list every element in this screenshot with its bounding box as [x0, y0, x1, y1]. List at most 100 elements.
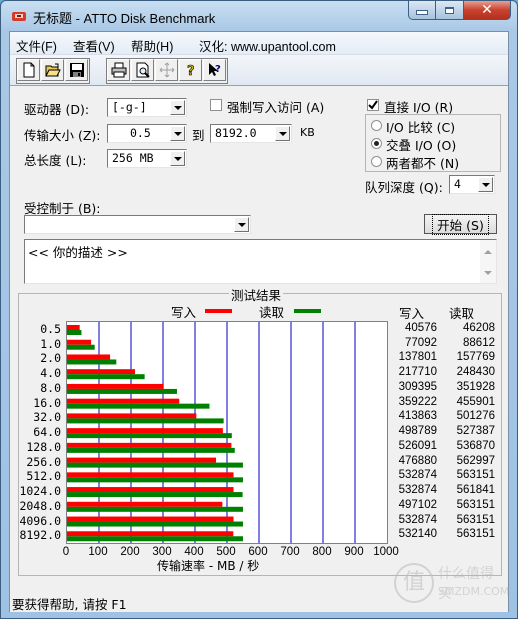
write-bar	[67, 501, 223, 507]
menu-bar: 文件(F) 查看(V) 帮助(H) 汉化: www.upantool.com	[10, 32, 508, 55]
write-bar	[67, 531, 234, 537]
write-value: 413863	[398, 410, 437, 423]
write-value: 532140	[398, 528, 437, 541]
y-tick-label: 2.0	[40, 351, 61, 366]
toolbar: ? ?	[10, 55, 508, 86]
write-value: 532874	[398, 513, 437, 526]
move-icon	[159, 62, 174, 78]
transfer-from-value: 0.5	[130, 126, 151, 140]
write-bar	[67, 354, 111, 360]
y-tick-label: 16.0	[33, 395, 61, 410]
direct-io-checkbox[interactable]	[367, 99, 379, 111]
y-tick-label: 512.0	[26, 469, 61, 484]
read-bar	[67, 536, 243, 542]
y-tick-label: 8192.0	[19, 528, 61, 543]
read-value: 46208	[463, 322, 495, 334]
drive-value: [-g-]	[112, 100, 147, 114]
read-value: 536870	[456, 439, 495, 452]
io-compare-radio[interactable]	[371, 120, 382, 131]
read-bar	[67, 447, 235, 453]
write-bar	[67, 487, 234, 493]
chart-plot-area	[66, 321, 388, 544]
print-button[interactable]	[107, 59, 130, 81]
y-tick-label: 1.0	[40, 336, 61, 351]
drive-select[interactable]: [-g-]	[107, 98, 187, 117]
watermark-logo-icon: 值	[394, 563, 434, 603]
help-icon: ?	[186, 64, 194, 78]
svg-text:?: ?	[215, 64, 221, 75]
write-bar	[67, 428, 223, 434]
read-legend-label: 读取	[259, 305, 285, 320]
close-button[interactable]: ✕	[464, 1, 511, 20]
print-icon	[111, 62, 126, 78]
transfer-from-select[interactable]: 0.5	[107, 124, 187, 143]
read-value: 563151	[456, 469, 495, 482]
write-value: 532874	[398, 484, 437, 497]
chevron-down-icon[interactable]	[170, 100, 185, 115]
chevron-down-icon[interactable]	[275, 126, 290, 141]
start-button[interactable]: 开始 (S)	[424, 213, 497, 235]
watermark-line2: SMZDM.COM	[438, 585, 510, 598]
x-axis-label: 传输速率 - MB / 秒	[157, 559, 260, 573]
write-bar	[67, 516, 234, 522]
app-window: 无标题 - ATTO Disk Benchmark ✕ 文件(F) 查看(V) …	[0, 0, 518, 619]
chevron-down-icon[interactable]	[478, 177, 493, 192]
chevron-down-icon[interactable]	[170, 126, 185, 141]
transfer-to-select[interactable]: 8192.0	[210, 124, 292, 143]
context-help-button[interactable]: ?	[203, 59, 226, 81]
y-tick-label: 4.0	[40, 366, 61, 381]
help-button[interactable]: ?	[179, 59, 202, 81]
queue-depth-value: 4	[454, 177, 461, 191]
print-preview-button[interactable]	[131, 59, 154, 81]
new-button[interactable]	[17, 59, 40, 81]
watermark: 值 什么值得买 SMZDM.COM	[394, 561, 509, 605]
description-textarea[interactable]: << 你的描述 >>	[24, 239, 497, 284]
write-bar	[67, 325, 80, 330]
chevron-down-icon[interactable]	[234, 217, 249, 232]
chevron-down-icon[interactable]	[170, 151, 185, 166]
write-bar	[67, 457, 217, 463]
open-button[interactable]	[41, 59, 64, 81]
y-tick-label: 32.0	[33, 410, 61, 425]
menu-view[interactable]: 查看(V)	[73, 36, 115, 55]
write-value: 137801	[398, 351, 437, 364]
save-icon	[69, 63, 84, 77]
move-button[interactable]	[155, 59, 178, 81]
menu-file[interactable]: 文件(F)	[16, 36, 57, 55]
maximize-button[interactable]	[436, 1, 464, 20]
save-button[interactable]	[65, 59, 88, 81]
scroll-down-icon[interactable]	[484, 271, 492, 275]
y-tick-label: 128.0	[26, 439, 61, 454]
read-value: 527387	[456, 425, 495, 438]
drive-label: 驱动器 (D):	[24, 102, 90, 117]
overlapped-io-radio[interactable]	[371, 138, 382, 149]
read-value: 563151	[456, 513, 495, 526]
write-value: 359222	[398, 395, 437, 408]
menu-help[interactable]: 帮助(H)	[131, 36, 173, 55]
results-group: 测试结果 写入 读取 写入 读取 0.5 1.0 2.0 4.0 8.0 16.0 32.0…	[18, 285, 502, 576]
window-title: 无标题 - ATTO Disk Benchmark	[33, 11, 216, 26]
minimize-button[interactable]	[408, 1, 436, 20]
force-write-checkbox[interactable]	[210, 99, 222, 111]
menu-credit[interactable]: 汉化: www.upantool.com	[199, 36, 336, 55]
description-scrollbar[interactable]	[480, 240, 496, 283]
write-bar	[67, 383, 164, 389]
total-length-select[interactable]: 256 MB	[107, 149, 187, 168]
write-legend-swatch	[205, 309, 232, 313]
queue-depth-select[interactable]: 4	[449, 175, 495, 194]
write-bar	[67, 339, 92, 345]
write-value: 77092	[405, 336, 437, 349]
write-column-header: 写入	[399, 306, 425, 321]
open-icon	[44, 63, 61, 77]
transfer-size-label: 传输大小 (Z):	[24, 128, 101, 143]
scroll-up-icon[interactable]	[484, 250, 492, 254]
minimize-icon	[416, 10, 428, 15]
controlled-by-select[interactable]	[24, 215, 251, 234]
write-value: 498789	[398, 425, 437, 438]
read-bar	[67, 477, 243, 483]
title-bar[interactable]: 无标题 - ATTO Disk Benchmark ✕	[1, 1, 517, 31]
y-tick-label: 8.0	[40, 380, 61, 395]
write-bar	[67, 413, 197, 419]
write-value: 532874	[398, 469, 437, 482]
neither-radio[interactable]	[371, 156, 382, 167]
